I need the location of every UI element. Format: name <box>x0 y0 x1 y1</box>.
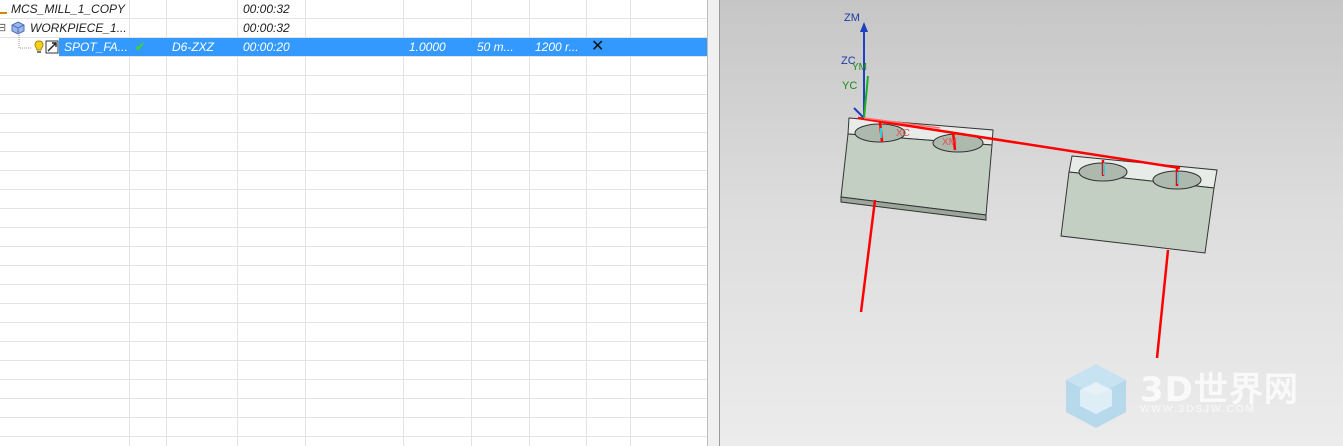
table-row[interactable] <box>0 437 707 446</box>
path-status-check-icon: ✔ <box>135 40 146 54</box>
operation-time: 00:00:20 <box>243 40 290 54</box>
mcs-axis-icon <box>0 5 7 14</box>
axis-label-yc: YC <box>842 80 858 92</box>
table-row[interactable] <box>0 57 707 76</box>
table-row[interactable]: MCS_MILL_1_COPY 00:00:32 <box>0 0 707 19</box>
table-row[interactable] <box>0 418 707 437</box>
spot-facing-op-icon <box>45 40 59 54</box>
pane-splitter[interactable] <box>707 0 720 446</box>
table-row[interactable] <box>0 95 707 114</box>
watermark-cube-logo <box>1066 364 1126 428</box>
table-row[interactable] <box>0 114 707 133</box>
cell-value: 50 m... <box>477 40 514 54</box>
table-row-selected[interactable]: SPOT_FA... ✔ D6-ZXZ 00:00:20 1.0000 50 m… <box>59 38 707 57</box>
table-row[interactable] <box>0 209 707 228</box>
table-row[interactable] <box>0 285 707 304</box>
cell-value: 1200 r... <box>535 40 579 54</box>
operation-name: SPOT_FA... <box>64 40 128 54</box>
table-row[interactable] <box>0 323 707 342</box>
table-row[interactable] <box>0 152 707 171</box>
axis-label-zm: ZM <box>844 12 860 24</box>
warning-bulb-icon <box>34 40 44 53</box>
workpiece-block-2[interactable] <box>1060 155 1218 254</box>
table-row[interactable] <box>0 190 707 209</box>
operation-name: MCS_MILL_1_COPY <box>11 2 126 16</box>
table-row[interactable] <box>0 133 707 152</box>
table-row[interactable] <box>0 228 707 247</box>
axis-label-xc: XC <box>896 128 910 139</box>
table-row[interactable] <box>0 266 707 285</box>
axis-label-xm: XM <box>942 137 957 148</box>
table-row[interactable] <box>0 171 707 190</box>
graphics-viewport[interactable]: ZM ZC YM YC XC XM 3D世界网 WWW.3DSJW.COM <box>720 0 1343 446</box>
tool-name: D6-ZXZ <box>172 40 214 54</box>
table-row[interactable] <box>0 247 707 266</box>
operation-time: 00:00:32 <box>243 2 290 16</box>
table-row[interactable]: ⊟ WORKPIECE_1... 00:00:32 <box>0 19 707 38</box>
axis-label-ym: YM <box>852 62 867 73</box>
table-row[interactable] <box>0 380 707 399</box>
cell-value: 1.0000 <box>409 40 446 54</box>
table-row[interactable] <box>0 399 707 418</box>
workpiece-block-1[interactable] <box>840 117 994 221</box>
operation-time: 00:00:32 <box>243 21 290 35</box>
coordinate-axes <box>853 22 941 129</box>
table-row[interactable] <box>0 76 707 95</box>
close-x-icon: ✕ <box>591 38 605 55</box>
operation-navigator: MCS_MILL_1_COPY 00:00:32 ⊟ WORKPIECE_1..… <box>0 0 707 446</box>
table-row[interactable] <box>0 361 707 380</box>
table-row[interactable] <box>0 304 707 323</box>
table-row[interactable] <box>0 342 707 361</box>
watermark-url: WWW.3DSJW.COM <box>1140 404 1256 415</box>
